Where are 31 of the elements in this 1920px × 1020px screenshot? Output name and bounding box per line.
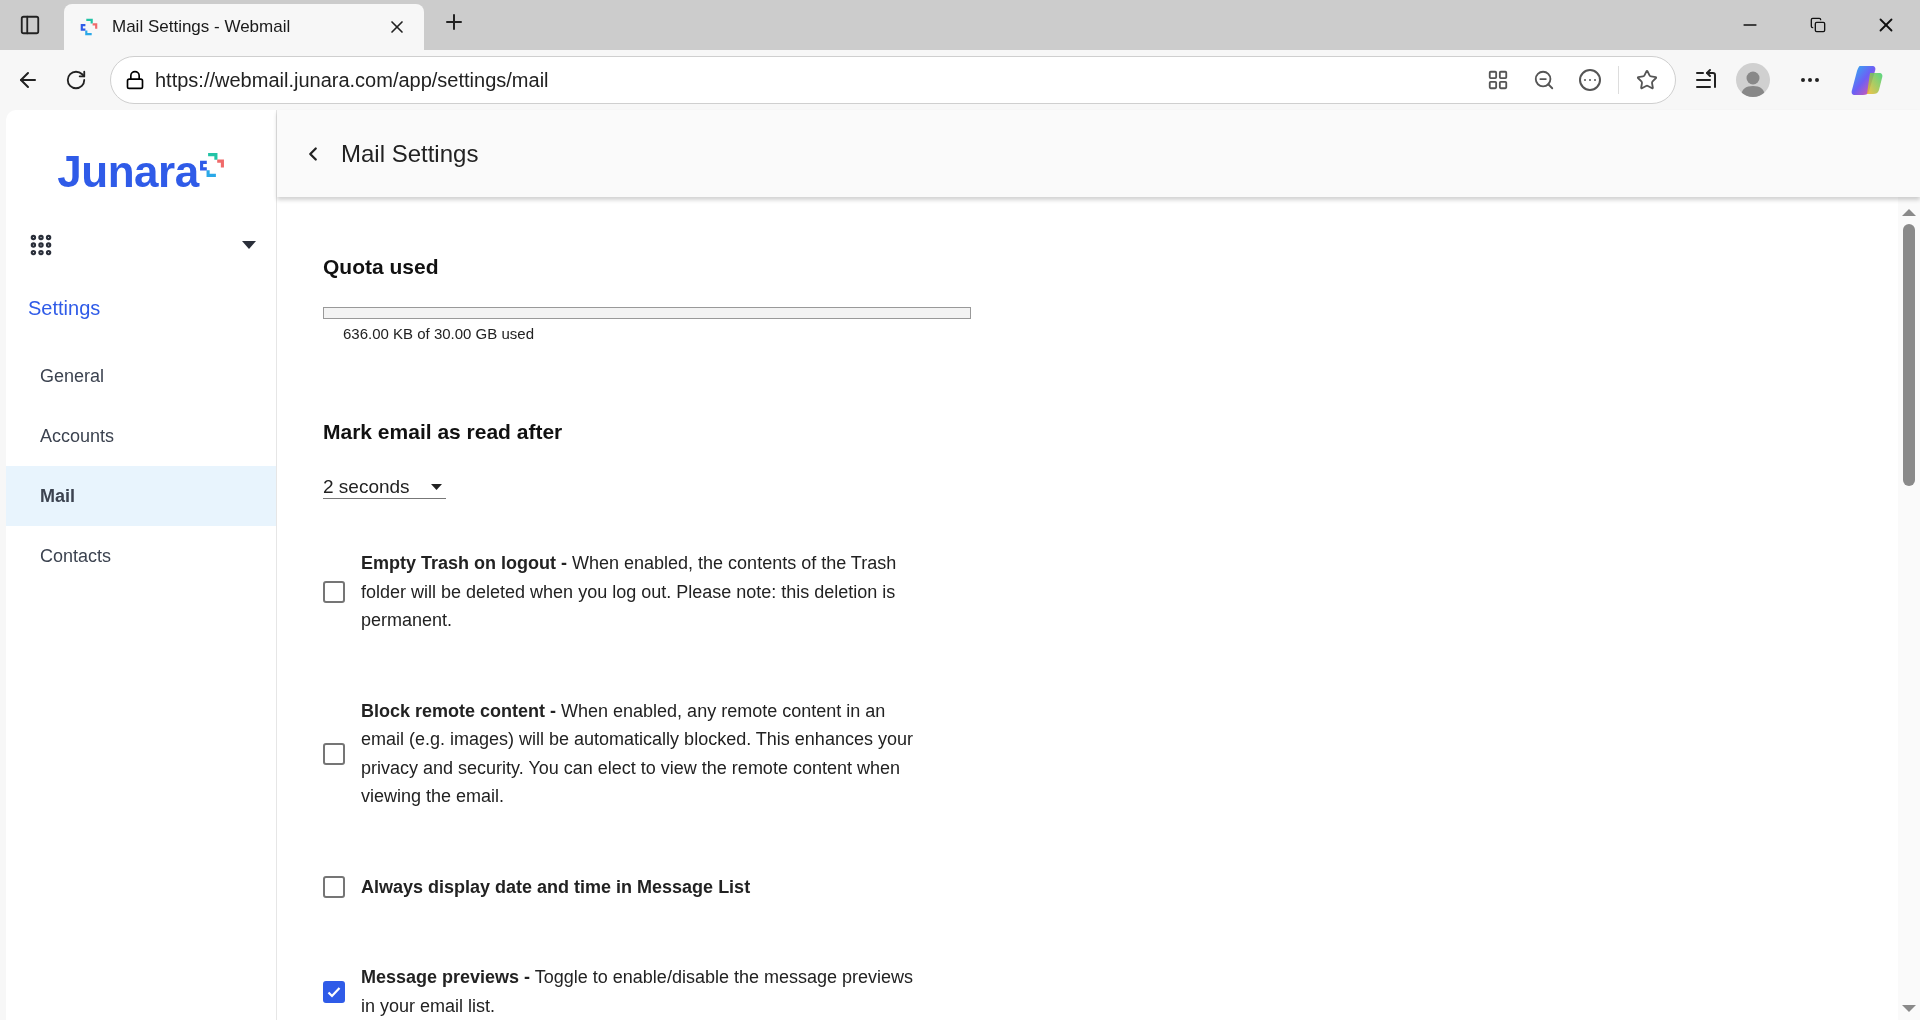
sidebar-item[interactable]: Contacts: [6, 526, 276, 586]
option-description: Block remote content - When enabled, any remote content in an email (e.g. images) will be automatically blocked. This enhances your privacy and security. You can elect to view the remote content when viewing the email.: [361, 699, 914, 808]
lock-icon: [125, 70, 145, 90]
assistant-icon[interactable]: [1850, 63, 1884, 97]
dropdown-caret-icon[interactable]: [242, 241, 256, 249]
logo-mark-icon: [198, 152, 225, 178]
section-title: Settings: [27, 296, 102, 321]
checkbox[interactable]: [323, 875, 345, 898]
address-bar[interactable]: https://webmail.junara.com/app/settings/mail: [110, 56, 1676, 104]
option-description: Empty Trash on logout - When enabled, the contents of the Trash folder will be deleted when you log out. Please note: this deletion is permanent.: [361, 552, 898, 632]
browser-tab[interactable]: Mail Settings - Webmail: [64, 4, 424, 50]
option-label: Always display date and time in Message List: [361, 875, 752, 899]
sidebar-item[interactable]: Accounts: [6, 406, 276, 466]
checkbox[interactable]: [323, 742, 345, 765]
quota-reading: 636.00 KB of 30.00 GB used: [343, 325, 535, 342]
tab-title: Mail Settings - Webmail: [112, 17, 292, 37]
delay-select[interactable]: 2 seconds: [323, 476, 446, 499]
logo-mark-icon: [80, 18, 98, 36]
sidebar-item[interactable]: Mail: [6, 466, 276, 526]
sidebar-item[interactable]: General: [6, 346, 276, 406]
checkbox[interactable]: [323, 580, 345, 603]
page-title: Mail Settings: [341, 139, 479, 168]
section-heading: Mark email as read after: [323, 420, 564, 444]
logo-text: Junara: [57, 146, 199, 197]
dropdown-caret-icon: [431, 484, 442, 490]
section-heading: Quota used: [323, 255, 440, 279]
url-text: https://webmail.junara.com/app/settings/mail: [155, 68, 550, 92]
option-description: Message previews - Toggle to enable/disable the message previews in your email list.: [361, 966, 914, 1018]
checkbox[interactable]: [323, 980, 345, 1003]
profile-avatar[interactable]: [1736, 63, 1770, 97]
scrollbar[interactable]: [1898, 197, 1920, 1020]
